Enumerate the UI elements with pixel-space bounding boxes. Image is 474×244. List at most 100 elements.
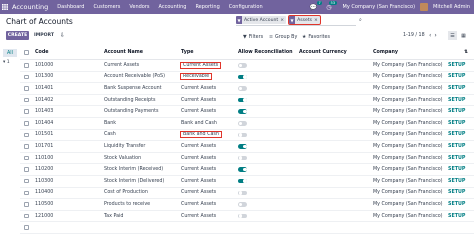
- setup-button[interactable]: SETUP: [448, 164, 465, 175]
- setup-button[interactable]: SETUP: [448, 141, 465, 152]
- clock-icon[interactable]: ◷ 53: [326, 0, 337, 11]
- header-code[interactable]: Code: [35, 46, 49, 59]
- cell-reconcile[interactable]: [238, 188, 247, 199]
- cell-reconcile[interactable]: [238, 211, 247, 222]
- table-row[interactable]: 101501 Cash Bank and Cash My Company (San F…: [20, 130, 474, 142]
- menu-vendors[interactable]: Vendors: [129, 4, 149, 10]
- setup-button[interactable]: SETUP: [448, 60, 465, 71]
- cell-reconcile[interactable]: [238, 153, 247, 164]
- header-type[interactable]: Type: [181, 46, 194, 59]
- row-checkbox[interactable]: [24, 130, 29, 141]
- download-icon[interactable]: ⇩: [60, 32, 65, 39]
- search-icon[interactable]: ⌕: [359, 17, 362, 23]
- cell-reconcile[interactable]: [238, 60, 247, 71]
- reconcile-toggle[interactable]: [238, 190, 247, 196]
- reconcile-toggle[interactable]: [238, 97, 247, 103]
- reconcile-toggle[interactable]: [238, 63, 247, 68]
- table-row[interactable]: 101000 Current Assets Current Assets My Com…: [20, 60, 474, 72]
- row-checkbox[interactable]: [24, 211, 29, 222]
- cell-reconcile[interactable]: [238, 83, 247, 94]
- table-row[interactable]: 101402 Outstanding Receipts Current Assets…: [20, 95, 474, 107]
- header-allow-reconciliation[interactable]: Allow Reconciliation: [238, 46, 293, 59]
- header-company[interactable]: Company: [373, 46, 398, 59]
- apps-menu-icon[interactable]: [0, 0, 10, 14]
- filters-button[interactable]: ▼ Filters: [243, 33, 263, 41]
- pager-value[interactable]: 1-19 / 18: [403, 33, 425, 38]
- table-row[interactable]: 101300 Account Receivable (PoS) Receivable…: [20, 72, 474, 84]
- row-checkbox[interactable]: [24, 176, 29, 187]
- row-checkbox[interactable]: [24, 72, 29, 83]
- pager-next-icon[interactable]: ›: [434, 32, 439, 39]
- menu-customers[interactable]: Customers: [93, 4, 120, 10]
- cell-reconcile[interactable]: [238, 95, 247, 106]
- reconcile-toggle[interactable]: [238, 167, 247, 172]
- cell-reconcile[interactable]: [238, 106, 247, 117]
- user-menu[interactable]: Mitchell Admin: [433, 4, 470, 10]
- row-checkbox[interactable]: [24, 118, 29, 129]
- setup-button[interactable]: SETUP: [448, 153, 465, 164]
- optional-columns-icon[interactable]: ⇅: [464, 46, 468, 59]
- header-account-currency[interactable]: Account Currency: [299, 46, 347, 59]
- cell-reconcile[interactable]: [238, 199, 247, 210]
- reconcile-toggle[interactable]: [238, 144, 247, 149]
- avatar[interactable]: [420, 3, 429, 11]
- reconcile-toggle[interactable]: [238, 121, 247, 126]
- row-checkbox[interactable]: [24, 141, 29, 152]
- table-row[interactable]: 121000 Tax Paid Current Assets My Company (…: [20, 211, 474, 223]
- row-checkbox[interactable]: [24, 95, 29, 106]
- group-by-button[interactable]: ≡ Group By: [269, 33, 297, 41]
- cell-reconcile[interactable]: [238, 130, 247, 141]
- row-checkbox[interactable]: [24, 222, 29, 233]
- setup-button[interactable]: SETUP: [448, 95, 465, 106]
- chat-icon[interactable]: 💬 7: [310, 0, 323, 11]
- setup-button[interactable]: SETUP: [448, 83, 465, 94]
- import-button[interactable]: IMPORT: [34, 31, 54, 40]
- cell-reconcile[interactable]: [238, 141, 247, 152]
- sidebar-item-1[interactable]: ▾ 1: [3, 60, 10, 65]
- table-row[interactable]: 101401 Bank Suspense Account Current Asset…: [20, 83, 474, 95]
- setup-button[interactable]: SETUP: [448, 118, 465, 129]
- list-view-icon[interactable]: ☰: [448, 31, 457, 40]
- facet-active-account[interactable]: ▼ Active Account ×: [236, 16, 287, 24]
- table-row[interactable]: 110500 Products to receive Current Assets M…: [20, 199, 474, 211]
- row-checkbox[interactable]: [24, 164, 29, 175]
- table-row[interactable]: [20, 222, 474, 234]
- reconcile-toggle[interactable]: [238, 86, 247, 91]
- setup-button[interactable]: SETUP: [448, 176, 465, 187]
- reconcile-toggle[interactable]: [238, 155, 247, 161]
- row-checkbox[interactable]: [24, 83, 29, 94]
- cell-reconcile[interactable]: [238, 164, 247, 175]
- menu-reporting[interactable]: Reporting: [195, 4, 219, 10]
- reconcile-toggle[interactable]: [238, 132, 247, 138]
- setup-button[interactable]: SETUP: [448, 106, 465, 117]
- kanban-view-icon[interactable]: ▦: [459, 31, 468, 40]
- search-bar[interactable]: ▼ Active Account × ▼ Assets ×: [236, 15, 356, 26]
- row-checkbox[interactable]: [24, 199, 29, 210]
- table-row[interactable]: 110200 Stock Interim (Received) Current As…: [20, 164, 474, 176]
- menu-accounting[interactable]: Accounting: [159, 4, 187, 10]
- setup-button[interactable]: SETUP: [448, 211, 465, 222]
- table-row[interactable]: 110400 Cost of Production Current Assets My…: [20, 188, 474, 200]
- setup-button[interactable]: SETUP: [448, 199, 465, 210]
- facet-remove-icon[interactable]: ×: [280, 18, 286, 23]
- sidebar-item-all[interactable]: All: [3, 49, 17, 57]
- cell-reconcile[interactable]: [238, 118, 247, 129]
- cell-reconcile[interactable]: [238, 72, 247, 83]
- company-switcher[interactable]: My Company (San Francisco): [343, 4, 416, 10]
- setup-button[interactable]: SETUP: [448, 72, 465, 83]
- menu-dashboard[interactable]: Dashboard: [57, 4, 84, 10]
- app-name[interactable]: Accounting: [12, 3, 48, 11]
- header-account-name[interactable]: Account Name: [104, 46, 143, 59]
- select-all-checkbox[interactable]: [24, 46, 29, 59]
- create-button[interactable]: CREATE: [6, 31, 29, 40]
- row-checkbox[interactable]: [24, 188, 29, 199]
- row-checkbox[interactable]: [24, 60, 29, 71]
- reconcile-toggle[interactable]: [238, 202, 247, 207]
- facet-assets[interactable]: ▼ Assets ×: [288, 15, 321, 25]
- reconcile-toggle[interactable]: [238, 74, 247, 80]
- menu-configuration[interactable]: Configuration: [229, 4, 263, 10]
- facet-remove-icon[interactable]: ×: [314, 18, 320, 23]
- favorites-button[interactable]: ★ Favorites: [302, 33, 330, 41]
- table-row[interactable]: 110300 Stock Interim (Delivered) Current A…: [20, 176, 474, 188]
- row-checkbox[interactable]: [24, 153, 29, 164]
